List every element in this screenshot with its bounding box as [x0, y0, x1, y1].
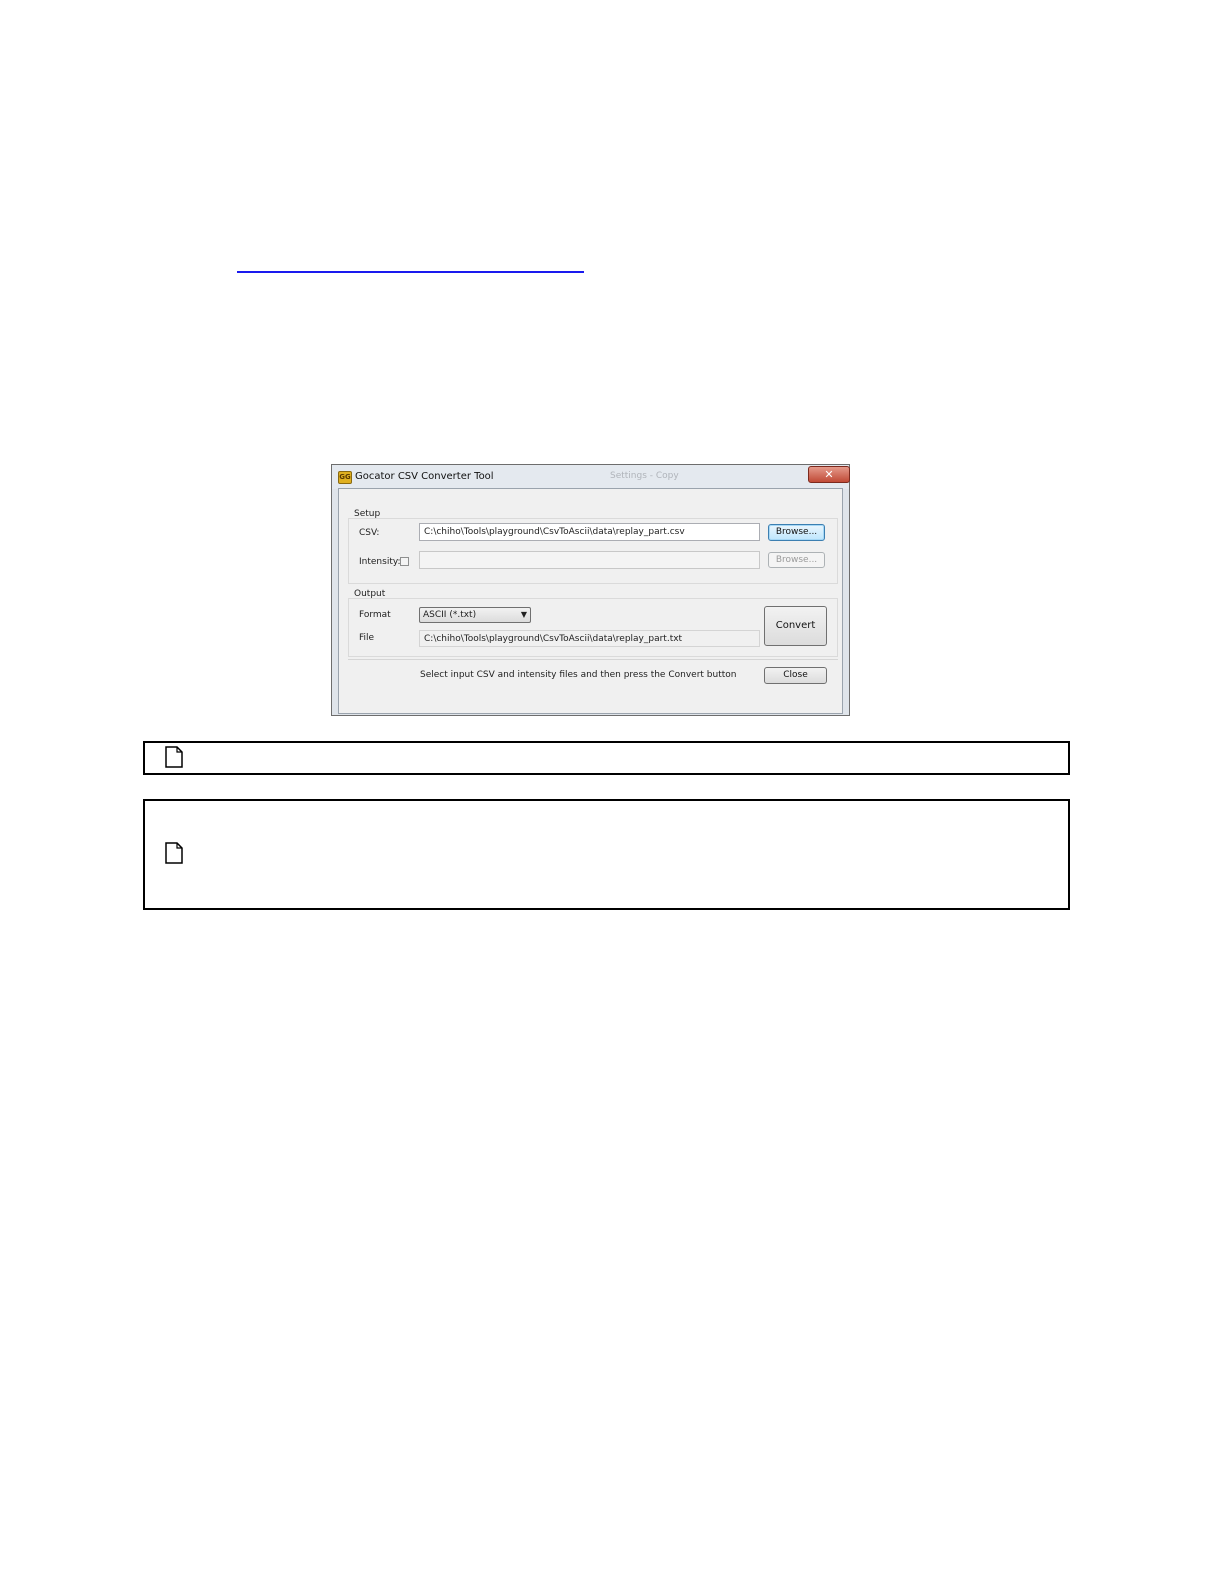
note-box [143, 799, 1070, 910]
chevron-down-icon: ▼ [520, 610, 527, 619]
background-window-title: Settings - Copy [610, 471, 679, 481]
note-icon [165, 746, 183, 768]
status-text: Select input CSV and intensity files and… [420, 670, 737, 680]
intensity-browse-button[interactable]: Browse... [768, 552, 825, 568]
intensity-label: Intensity: [359, 557, 401, 567]
csv-path-input[interactable]: C:\chiho\Tools\playground\CsvToAscii\dat… [419, 523, 760, 541]
csv-browse-button[interactable]: Browse... [768, 524, 825, 541]
app-icon: GG [338, 471, 352, 484]
window-title: Gocator CSV Converter Tool [355, 471, 494, 482]
document-hyperlink[interactable] [237, 255, 584, 273]
note-icon [165, 842, 183, 864]
csv-converter-dialog: GG Gocator CSV Converter Tool Settings -… [331, 464, 850, 716]
format-select-value: ASCII (*.txt) [423, 610, 477, 620]
file-label: File [359, 633, 375, 643]
output-file-path[interactable]: C:\chiho\Tools\playground\CsvToAscii\dat… [419, 630, 760, 647]
intensity-path-input[interactable] [419, 551, 760, 569]
dialog-client-area: Setup CSV: C:\chiho\Tools\playground\Csv… [338, 488, 843, 714]
csv-label: CSV: [359, 528, 380, 538]
convert-button[interactable]: Convert [764, 606, 827, 646]
window-close-icon[interactable]: ✕ [808, 466, 850, 483]
format-select[interactable]: ASCII (*.txt) ▼ [419, 607, 531, 623]
title-bar: GG Gocator CSV Converter Tool Settings -… [332, 465, 850, 489]
intensity-checkbox[interactable] [400, 557, 409, 566]
format-label: Format [359, 610, 391, 620]
note-box [143, 741, 1070, 775]
separator [348, 659, 838, 660]
close-button[interactable]: Close [764, 667, 827, 684]
